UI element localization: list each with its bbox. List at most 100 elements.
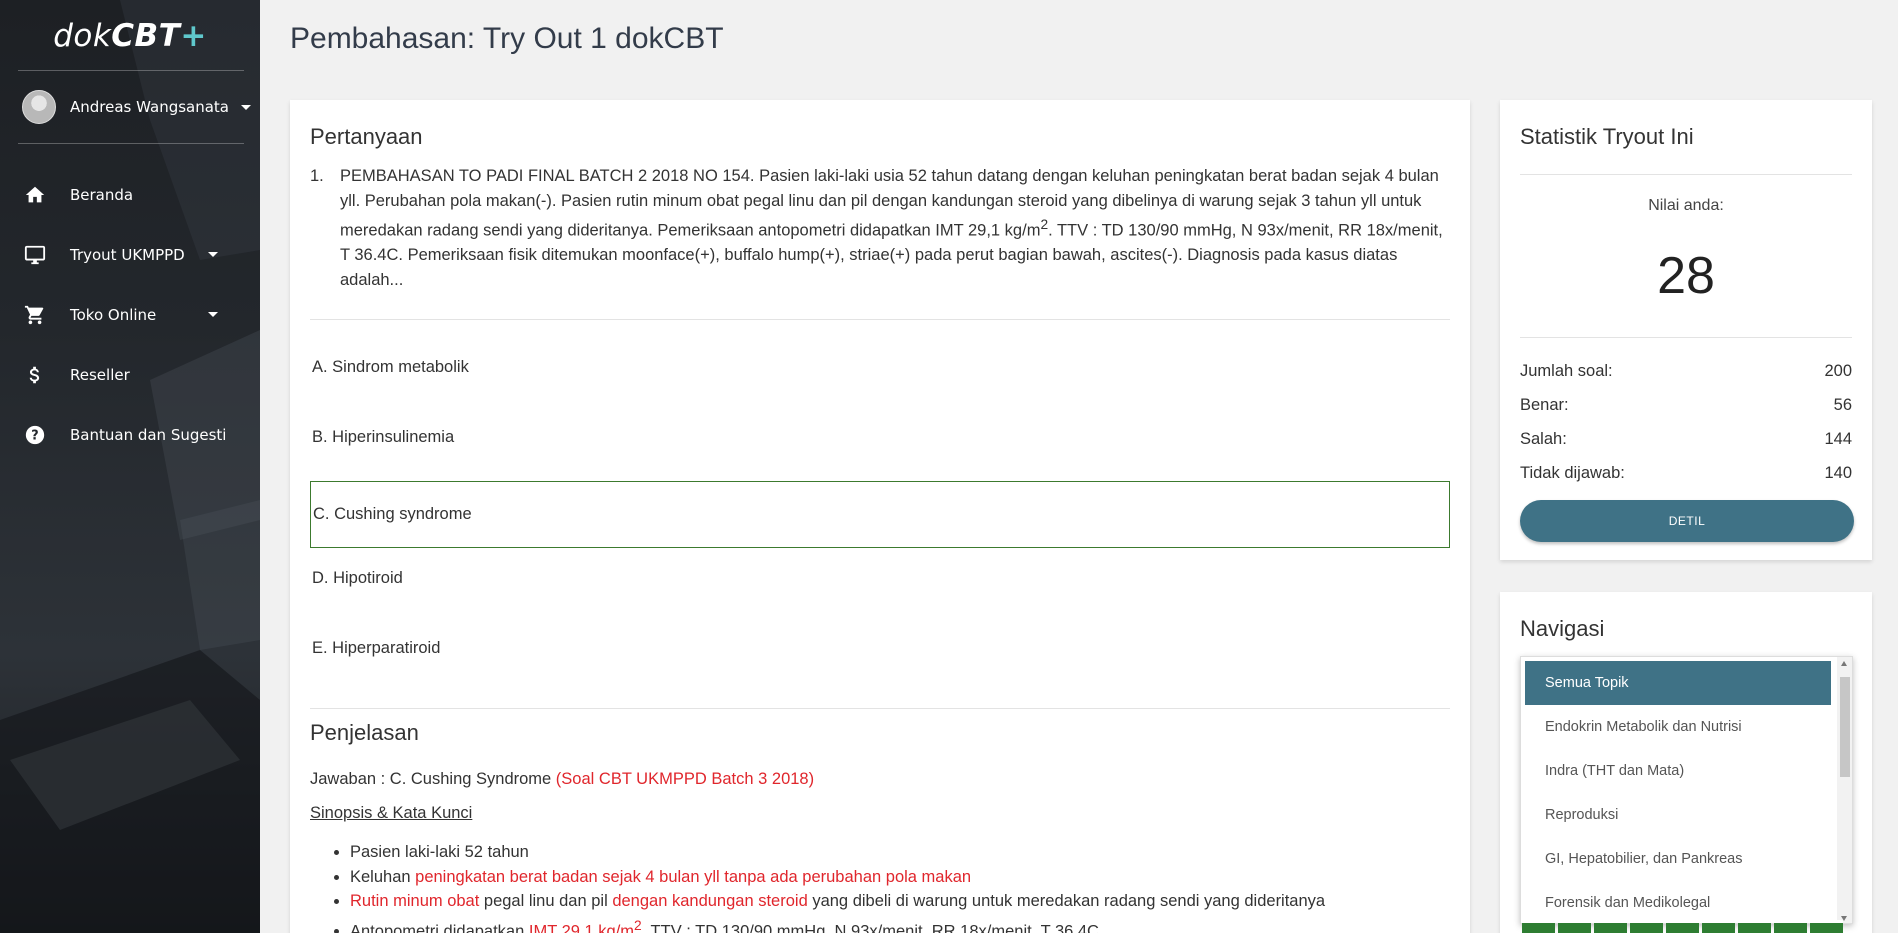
list-item-highlight: IMT 29,1 kg/m (528, 922, 635, 933)
sidebar-divider (18, 70, 244, 71)
sidebar-item-label: Beranda (70, 186, 134, 204)
dropdown-scrollbar[interactable] (1837, 657, 1852, 923)
question-nav-cell[interactable] (1810, 920, 1843, 933)
question-heading: Pertanyaan (310, 124, 423, 149)
keyword-list: Pasien laki-laki 52 tahun Keluhan pening… (330, 840, 1450, 933)
question-card: Pertanyaan 1. PEMBAHASAN TO PADI FINAL B… (290, 100, 1470, 933)
cart-icon (24, 305, 44, 325)
avatar (22, 90, 56, 124)
sidebar-item-toko-online[interactable]: Toko Online (0, 290, 260, 340)
logo-text-cbt: CBT (111, 18, 181, 54)
user-name: Andreas Wangsanata (70, 98, 230, 116)
answer-line: Jawaban : C. Cushing Syndrome (Soal CBT … (310, 770, 814, 789)
question-nav-cell[interactable] (1558, 920, 1591, 933)
stat-value: 200 (1824, 362, 1852, 380)
question-number-grid (1522, 920, 1852, 933)
question-nav-cell[interactable] (1666, 920, 1699, 933)
explanation-section: Penjelasan Jawaban : C. Cushing Syndrome… (310, 720, 1450, 933)
explanation-heading: Penjelasan (310, 720, 419, 745)
navigasi-heading: Navigasi (1520, 616, 1605, 641)
list-item-highlight: dengan kandungan steroid (612, 892, 808, 910)
stat-row-salah: Salah: 144 (1520, 430, 1852, 449)
list-item: Rutin minum obat pegal linu dan pil deng… (350, 889, 1450, 914)
divider (1520, 337, 1852, 338)
home-icon (25, 186, 45, 203)
list-item-text: yang dibeli di warung untuk meredakan ra… (807, 892, 1326, 910)
option-a[interactable]: A. Sindrom metabolik (310, 334, 1450, 401)
option-b[interactable]: B. Hiperinsulinemia (310, 404, 1450, 471)
list-item-text: Pasien laki-laki 52 tahun (350, 843, 529, 861)
answer-source: (Soal CBT UKMPPD Batch 3 2018) (555, 770, 815, 788)
stat-label: Salah: (1520, 430, 1567, 448)
dropdown-option[interactable]: Endokrin Metabolik dan Nutrisi (1525, 705, 1831, 749)
dropdown-option[interactable]: GI, Hepatobilier, dan Pankreas (1525, 837, 1831, 881)
list-item-text: , TTV : TD 130/90 mmHg, N 93x/menit, RR … (641, 922, 1099, 933)
sidebar-item-label: Bantuan dan Sugesti (70, 426, 227, 444)
question-number: 1. (310, 167, 324, 185)
caret-down-icon (208, 252, 218, 257)
dropdown-option-semua-topik[interactable]: Semua Topik (1525, 661, 1831, 705)
caret-down-icon (241, 104, 252, 110)
help-icon: ? (25, 425, 45, 445)
sidebar-item-beranda[interactable]: Beranda (0, 170, 260, 220)
divider (1520, 174, 1852, 175)
stat-label: Tidak dijawab: (1520, 464, 1625, 482)
divider (310, 319, 1450, 320)
question-superscript: 2 (1040, 217, 1049, 232)
option-d[interactable]: D. Hipotiroid (310, 545, 1450, 612)
list-item-superscript: 2 (634, 917, 642, 933)
question-text: PEMBAHASAN TO PADI FINAL BATCH 2 2018 NO… (340, 164, 1450, 292)
list-item-text: Antopometri didapatkan (350, 922, 529, 933)
stat-row-tidak-dijawab: Tidak dijawab: 140 (1520, 464, 1852, 483)
question-nav-cell[interactable] (1738, 920, 1771, 933)
stats-heading: Statistik Tryout Ini (1520, 124, 1694, 149)
user-menu[interactable]: Andreas Wangsanata (22, 90, 252, 124)
sidebar: dokCBT+ Andreas Wangsanata Beranda Tryou… (0, 0, 260, 933)
scroll-up-arrow-icon[interactable] (1841, 661, 1847, 666)
list-item: Pasien laki-laki 52 tahun (350, 840, 1450, 865)
question-nav-cell[interactable] (1594, 920, 1627, 933)
logo-plus: + (180, 18, 207, 54)
app-logo[interactable]: dokCBT+ (0, 18, 260, 54)
caret-down-icon (208, 312, 218, 317)
sidebar-item-label: Toko Online (70, 306, 157, 324)
stat-row-benar: Benar: 56 (1520, 396, 1852, 415)
list-item: Antopometri didapatkan IMT 29,1 kg/m2, T… (350, 914, 1450, 933)
dropdown-option[interactable]: Indra (THT dan Mata) (1525, 749, 1831, 793)
dollar-icon (29, 366, 40, 384)
option-c-correct[interactable]: C. Cushing syndrome (310, 481, 1450, 548)
list-item-text: Keluhan (350, 867, 416, 886)
topic-dropdown-list[interactable]: Semua Topik Endokrin Metabolik dan Nutri… (1520, 656, 1853, 924)
stat-label: Benar: (1520, 396, 1569, 414)
monitor-icon (24, 245, 46, 265)
sidebar-item-label: Tryout UKMPPD (70, 246, 185, 264)
question-nav-cell[interactable] (1702, 920, 1735, 933)
list-item-text: pegal linu dan pil (479, 892, 613, 910)
option-e[interactable]: E. Hiperparatiroid (310, 615, 1450, 682)
dropdown-option[interactable]: Reproduksi (1525, 793, 1831, 837)
divider (310, 708, 1450, 709)
stat-row-jumlah: Jumlah soal: 200 (1520, 362, 1852, 381)
stat-value: 56 (1833, 396, 1852, 414)
sidebar-item-label: Reseller (70, 366, 130, 384)
score-label: Nilai anda: (1648, 197, 1724, 214)
question-nav-cell[interactable] (1774, 920, 1807, 933)
detil-button[interactable]: DETIL (1520, 500, 1854, 542)
stat-label: Jumlah soal: (1520, 362, 1613, 380)
stats-card: Statistik Tryout Ini Nilai anda: 28 Juml… (1500, 100, 1872, 560)
dropdown-option[interactable]: Forensik dan Medikolegal (1525, 881, 1831, 923)
sidebar-background-image (0, 0, 260, 933)
stat-value: 144 (1824, 430, 1852, 448)
logo-text-dok: dok (53, 18, 112, 54)
page-title: Pembahasan: Try Out 1 dokCBT (290, 22, 724, 55)
sidebar-item-reseller[interactable]: Reseller (0, 350, 260, 400)
score-value: 28 (1657, 247, 1715, 305)
stat-value: 140 (1824, 464, 1852, 482)
sidebar-item-tryout-ukmppd[interactable]: Tryout UKMPPD (0, 230, 260, 280)
sinopsis-link[interactable]: Sinopsis & Kata Kunci (310, 804, 472, 823)
question-nav-cell[interactable] (1630, 920, 1663, 933)
scrollbar-thumb[interactable] (1840, 677, 1850, 777)
question-nav-cell[interactable] (1522, 920, 1555, 933)
sidebar-item-bantuan[interactable]: ? Bantuan dan Sugesti (0, 410, 260, 460)
list-item-highlight: peningkatan berat badan sejak 4 bulan yl… (415, 867, 972, 886)
